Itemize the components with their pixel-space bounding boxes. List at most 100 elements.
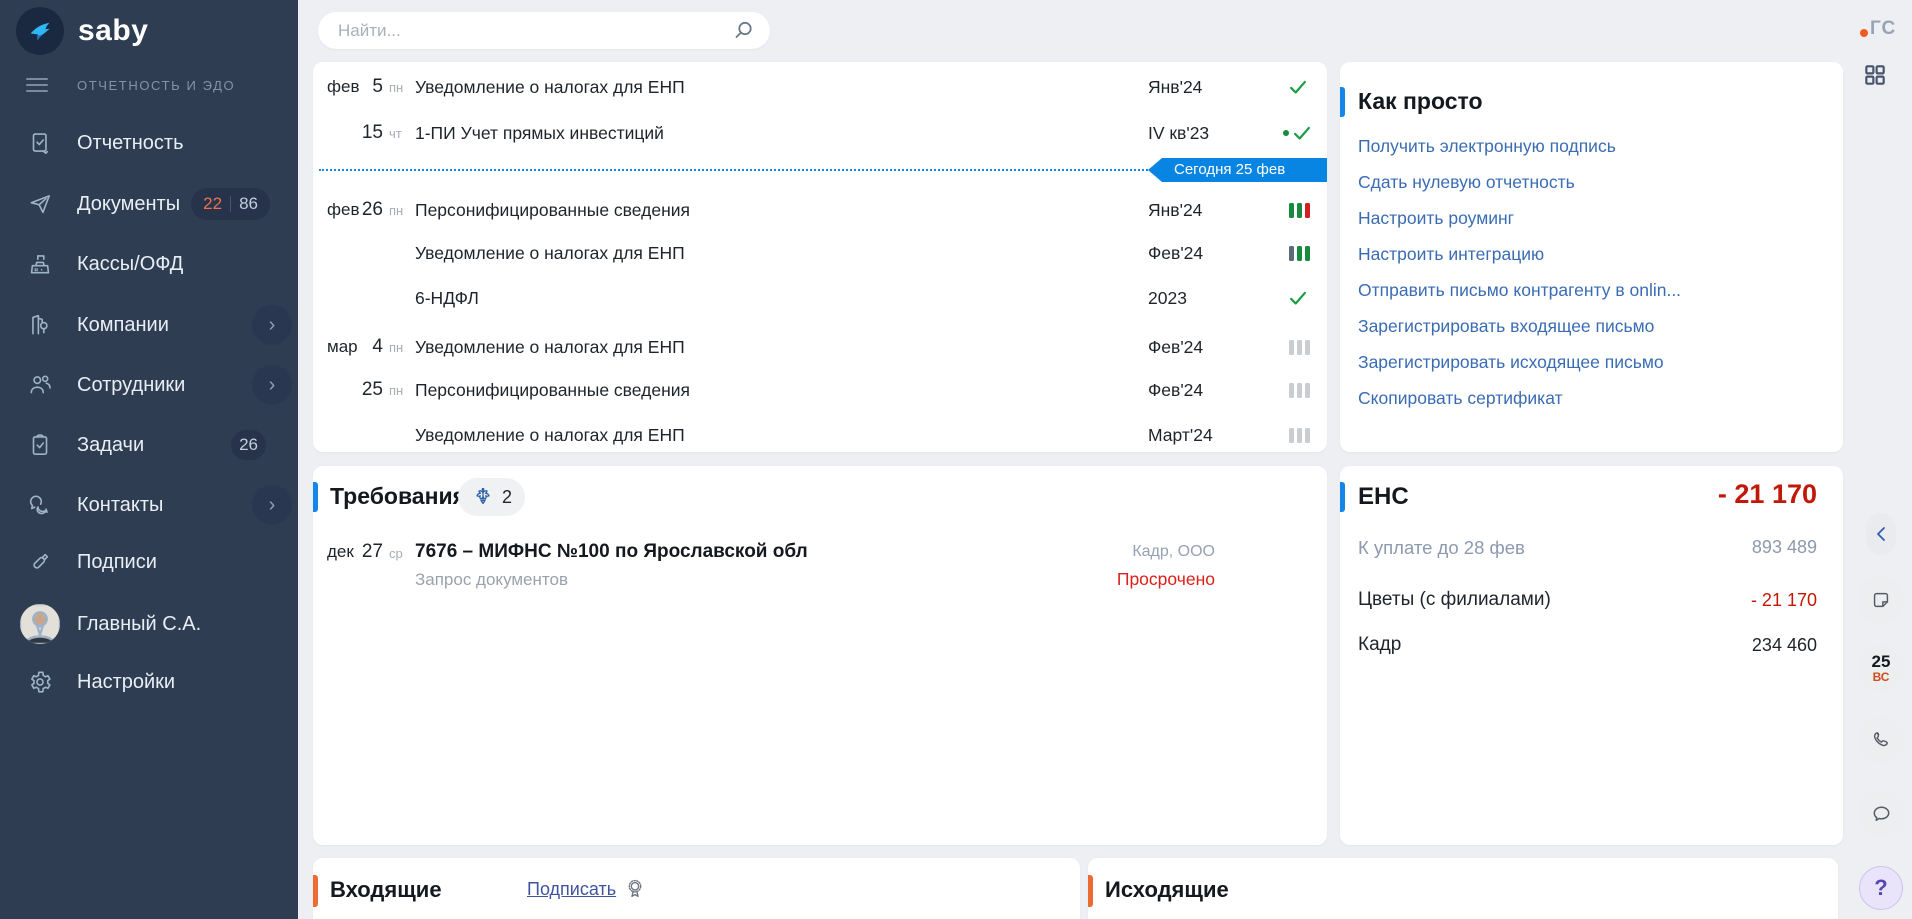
ens-row-value: 234 460 xyxy=(1752,635,1817,656)
sidebar-item-label: Контакты xyxy=(77,494,163,517)
panel-accent xyxy=(1340,87,1345,117)
sidebar-item-documents[interactable]: Документы 22 86 xyxy=(0,182,298,226)
calendar-row[interactable]: фев 26 пн Персонифицированные сведения Я… xyxy=(313,187,1327,233)
status-done-icon xyxy=(1273,76,1323,98)
ens-panel: ЕНС - 21 170 К уплате до 28 фев 893 489 … xyxy=(1340,466,1843,845)
search-input[interactable] xyxy=(336,20,732,42)
ens-row-value: - 21 170 xyxy=(1751,590,1817,611)
row-title: 1-ПИ Учет прямых инвестиций xyxy=(415,123,664,144)
row-title: Уведомление о налогах для ЕНП xyxy=(415,243,685,264)
row-weekday: пн xyxy=(389,80,403,95)
requirement-subtitle: Запрос документов xyxy=(415,570,568,590)
link-copy-certificate[interactable]: Скопировать сертификат xyxy=(1358,388,1563,409)
ens-row-value: 893 489 xyxy=(1752,537,1817,558)
rail-calendar-weekday: ВС xyxy=(1873,671,1890,683)
monogram-button[interactable]: ГС xyxy=(1860,18,1896,40)
row-period: Фев'24 xyxy=(1148,380,1203,401)
sidebar-item-label: Сотрудники xyxy=(77,374,185,397)
contacts-icon xyxy=(26,492,54,518)
phone-button[interactable] xyxy=(1858,717,1904,763)
sidebar-item-profile[interactable]: Главный С.А. xyxy=(0,602,298,646)
row-title: Уведомление о налогах для ЕНП xyxy=(415,425,685,446)
notes-button[interactable] xyxy=(1858,577,1904,623)
how-simple-panel: Как просто Получить электронную подпись … xyxy=(1340,62,1843,452)
panel-title[interactable]: Входящие xyxy=(330,877,442,903)
row-day: 25 xyxy=(347,379,383,401)
link-register-incoming[interactable]: Зарегистрировать входящее письмо xyxy=(1358,316,1654,337)
sidebar-item-kassy-ofd[interactable]: Кассы/ОФД xyxy=(0,242,298,286)
link-register-outgoing[interactable]: Зарегистрировать исходящее письмо xyxy=(1358,352,1664,373)
help-button[interactable]: ? xyxy=(1859,866,1903,910)
sidebar-item-companies[interactable]: Компании › xyxy=(0,303,298,347)
sidebar-item-reports[interactable]: Отчетность xyxy=(0,121,298,165)
outbox-panel: Исходящие xyxy=(1088,858,1838,919)
chevron-right-icon[interactable]: › xyxy=(252,305,292,345)
sidebar-item-label: Документы xyxy=(77,193,180,216)
calendar-row[interactable]: мар 4 пн Уведомление о налогах для ЕНП Ф… xyxy=(313,324,1327,370)
row-weekday: пн xyxy=(389,383,403,398)
panel-accent xyxy=(313,875,318,907)
link-get-signature[interactable]: Получить электронную подпись xyxy=(1358,136,1616,157)
apps-grid-icon[interactable] xyxy=(1862,62,1888,93)
link-send-letter[interactable]: Отправить письмо контрагенту в onlin... xyxy=(1358,280,1681,301)
calendar-row[interactable]: 15 чт 1-ПИ Учет прямых инвестиций IV кв'… xyxy=(313,110,1327,156)
avatar xyxy=(20,604,60,644)
panel-title: Как просто xyxy=(1358,88,1483,115)
row-day: 4 xyxy=(347,336,383,358)
calendar-row[interactable]: Уведомление о налогах для ЕНП Фев'24 xyxy=(313,230,1327,276)
requirements-count-badge[interactable]: 2 xyxy=(458,478,525,516)
sidebar-item-tasks[interactable]: Задачи 26 xyxy=(0,423,298,467)
panel-title[interactable]: Исходящие xyxy=(1105,877,1229,903)
link-zero-reporting[interactable]: Сдать нулевую отчетность xyxy=(1358,172,1575,193)
sidebar-item-employees[interactable]: Сотрудники › xyxy=(0,363,298,407)
status-progress-icon xyxy=(1273,246,1323,261)
chat-bubble-icon xyxy=(1870,802,1893,825)
calendar-row[interactable]: 25 пн Персонифицированные сведения Фев'2… xyxy=(313,367,1327,413)
status-done-icon xyxy=(1273,287,1323,309)
rail-calendar-day: 25 xyxy=(1872,653,1891,670)
link-integration[interactable]: Настроить интеграцию xyxy=(1358,244,1544,265)
chevron-right-icon[interactable]: › xyxy=(252,365,292,405)
sidebar: saby ОТЧЕТНОСТЬ И ЭДО Отчетность Докумен… xyxy=(0,0,298,919)
collapse-panel-button[interactable] xyxy=(1866,513,1896,555)
ens-row-label[interactable]: Кадр xyxy=(1358,634,1401,656)
chevron-right-icon[interactable]: › xyxy=(252,485,292,525)
search-icon[interactable] xyxy=(732,19,756,43)
row-day: 15 xyxy=(347,122,383,144)
panel-accent xyxy=(1340,482,1345,512)
section-label: ОТЧЕТНОСТЬ И ЭДО xyxy=(77,78,235,93)
row-period: 2023 xyxy=(1148,288,1187,309)
calendar-row[interactable]: фев 5 пн Уведомление о налогах для ЕНП Я… xyxy=(313,64,1327,110)
calendar-row[interactable]: Уведомление о налогах для ЕНП Март'24 xyxy=(313,412,1327,452)
accountant-section: ОТЧЕТНОСТЬ И ЭДО xyxy=(0,63,298,107)
sidebar-item-settings[interactable]: Настройки xyxy=(0,660,298,704)
documents-badge: 22 86 xyxy=(191,188,270,220)
row-title: Персонифицированные сведения xyxy=(415,380,690,401)
chat-button[interactable] xyxy=(1858,790,1904,836)
panel-accent xyxy=(1088,875,1093,907)
link-roaming[interactable]: Настроить роуминг xyxy=(1358,208,1514,229)
requirements-panel: Требования 2 дек 27 ср 7676 – МИФНС №100… xyxy=(313,466,1327,845)
row-day: 27 xyxy=(347,541,383,563)
sign-link[interactable]: Подписать xyxy=(527,879,616,900)
app-root: saby ОТЧЕТНОСТЬ И ЭДО Отчетность Докумен… xyxy=(0,0,1912,919)
sidebar-item-label: Главный С.А. xyxy=(77,613,201,636)
note-icon xyxy=(1870,589,1892,611)
status-pending-icon xyxy=(1273,383,1323,398)
status-progress-icon xyxy=(1273,203,1323,218)
inbox-panel: Входящие Подписать xyxy=(313,858,1080,919)
menu-icon[interactable] xyxy=(26,74,48,96)
sidebar-item-signatures[interactable]: Подписи xyxy=(0,540,298,584)
sidebar-item-label: Отчетность xyxy=(77,132,184,155)
sidebar-item-contacts[interactable]: Контакты › xyxy=(0,483,298,527)
ens-row-label[interactable]: Цветы (с филиалами) xyxy=(1358,589,1551,611)
send-icon xyxy=(26,191,54,217)
tasks-icon xyxy=(26,432,54,458)
saby-logo[interactable]: saby xyxy=(16,7,148,55)
overdue-badge: Просрочено xyxy=(1117,569,1215,590)
calendar-row[interactable]: 6-НДФЛ 2023 xyxy=(313,275,1327,321)
notification-dot xyxy=(1860,29,1868,37)
usb-signature-icon xyxy=(26,549,54,575)
sign-action[interactable]: Подписать xyxy=(527,878,646,900)
calendar-button[interactable]: 25 ВС xyxy=(1858,645,1904,691)
